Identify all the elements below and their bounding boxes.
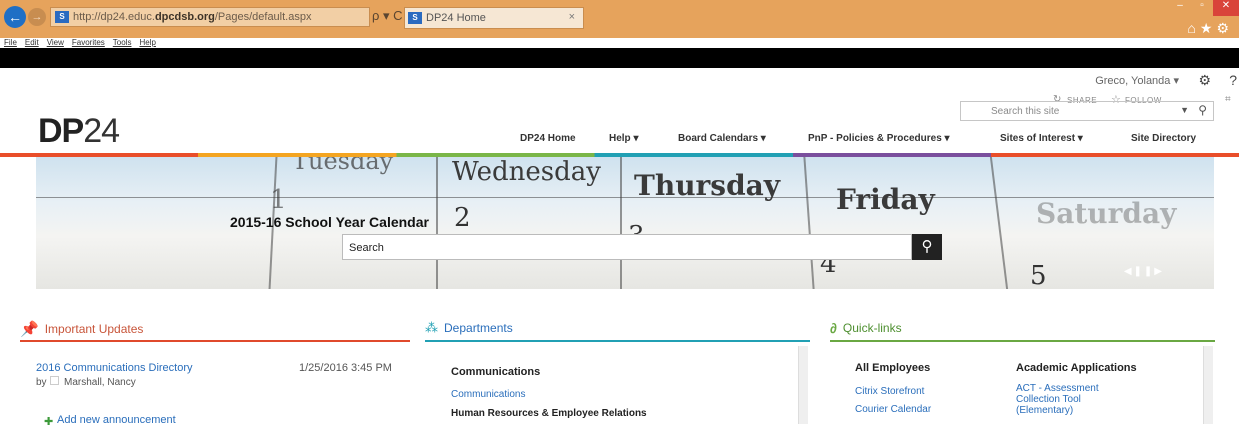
- pause-icon[interactable]: ❚❚: [1134, 266, 1155, 277]
- quicklink-item[interactable]: Courier Calendar: [855, 404, 931, 415]
- banner-search-button[interactable]: ⚲: [912, 234, 942, 260]
- calendar-gridline: [989, 157, 1009, 289]
- maximize-icon[interactable]: ▫: [1191, 0, 1213, 16]
- tab-title: DP24 Home: [426, 12, 486, 24]
- nav-board-calendars[interactable]: Board Calendars ▾: [678, 133, 766, 144]
- nav-dp24-home[interactable]: DP24 Home: [520, 133, 576, 144]
- browser-titlebar: ← → S http://dp24.educ. dpcdsb.org/Pages/…: [0, 0, 1239, 38]
- departments-title[interactable]: Departments: [444, 321, 513, 335]
- menu-edit[interactable]: Edit: [25, 38, 39, 48]
- search-scope-dropdown-icon[interactable]: ▼: [1180, 105, 1189, 115]
- banner-date-number: 5: [1030, 261, 1047, 289]
- pushpin-icon: 📌: [20, 321, 39, 338]
- updates-header: 📌 Important Updates: [20, 320, 143, 338]
- banner-date-number: 2: [454, 203, 471, 233]
- updates-divider: [20, 340, 410, 342]
- quicklinks-divider: [830, 340, 1215, 342]
- minimize-icon[interactable]: –: [1169, 0, 1191, 16]
- departments-header: ⁂ Departments: [425, 320, 513, 336]
- user-menu[interactable]: Greco, Yolanda ▾: [1095, 74, 1179, 87]
- site-favicon-icon: S: [55, 11, 69, 23]
- suite-bar: [0, 48, 1239, 68]
- tab-close-icon[interactable]: ×: [569, 11, 575, 23]
- quicklink-item[interactable]: Citrix Storefront: [855, 386, 924, 397]
- gear-icon[interactable]: ⚙: [1198, 72, 1211, 89]
- browser-menubar: File Edit View Favorites Tools Help: [0, 38, 1239, 48]
- tab-favicon-icon: S: [408, 12, 422, 24]
- announcement-link[interactable]: 2016 Communications Directory: [36, 362, 193, 374]
- url-path: /Pages/default.aspx: [214, 11, 312, 23]
- quicklinks-title[interactable]: Quick-links: [843, 321, 902, 335]
- settings-gear-icon[interactable]: ⚙: [1216, 20, 1233, 36]
- chain-link-icon: ∂: [830, 320, 837, 336]
- departments-scrollbar[interactable]: [798, 346, 808, 424]
- quicklinks-scrollbar[interactable]: [1203, 346, 1213, 424]
- menu-favorites[interactable]: Favorites: [72, 38, 105, 48]
- quicklink-item[interactable]: ACT - Assessment: [1016, 383, 1099, 394]
- departments-divider: [425, 340, 810, 342]
- window-controls: – ▫ ✕: [1169, 0, 1239, 16]
- help-icon[interactable]: ?: [1229, 72, 1237, 88]
- address-tools[interactable]: ρ ▾ C: [372, 8, 403, 24]
- by-label: by: [36, 377, 47, 388]
- menu-view[interactable]: View: [47, 38, 64, 48]
- menu-help[interactable]: Help: [139, 38, 155, 48]
- dept-heading: Human Resources & Employee Relations: [451, 408, 647, 419]
- back-arrow-icon[interactable]: ←: [4, 6, 26, 28]
- nav-sites-of-interest[interactable]: Sites of Interest ▾: [1000, 133, 1083, 144]
- quicklink-item[interactable]: (Elementary): [1016, 405, 1073, 416]
- nav-policies-procedures[interactable]: PnP - Policies & Procedures ▾: [808, 133, 950, 144]
- site-search-input[interactable]: Search this site ▼ ⚲: [960, 101, 1214, 121]
- menu-file[interactable]: File: [4, 38, 17, 48]
- banner-title[interactable]: 2015-16 School Year Calendar: [230, 214, 430, 230]
- banner-day: Thursday: [634, 169, 781, 202]
- url-prefix: http://dp24.educ.: [73, 11, 155, 23]
- logo-rest: 24: [83, 112, 120, 150]
- nav-site-directory[interactable]: Site Directory: [1131, 133, 1196, 144]
- close-window-icon[interactable]: ✕: [1213, 0, 1239, 16]
- prev-icon[interactable]: ◀: [1124, 266, 1134, 277]
- home-icon[interactable]: ⌂: [1187, 20, 1199, 36]
- next-icon[interactable]: ▶: [1154, 266, 1164, 277]
- search-icon[interactable]: ⚲: [1198, 103, 1207, 117]
- add-announcement-link[interactable]: Add new announcement: [57, 414, 176, 426]
- quicklinks-column-heading: All Employees: [855, 362, 931, 374]
- address-bar[interactable]: S http://dp24.educ. dpcdsb.org/Pages/defa…: [50, 7, 370, 27]
- site-logo[interactable]: DP24: [38, 112, 120, 151]
- banner-date-number: 1: [270, 185, 287, 215]
- focus-icon[interactable]: ⌗: [1225, 94, 1231, 105]
- calendar-gridline: [620, 157, 622, 289]
- search-placeholder: Search this site: [991, 106, 1060, 117]
- browser-tab[interactable]: S DP24 Home ×: [404, 7, 584, 29]
- user-bar: Greco, Yolanda ▾ ⚙ ?: [979, 70, 1239, 94]
- slideshow-controls[interactable]: ◀❚❚▶: [1124, 266, 1164, 277]
- calendar-gridline: [803, 157, 815, 289]
- banner-day: Wednesday: [452, 157, 601, 187]
- announcement-author[interactable]: Marshall, Nancy: [64, 377, 136, 388]
- quicklink-item[interactable]: Collection Tool: [1016, 394, 1081, 405]
- favorites-star-icon[interactable]: ★: [1200, 20, 1217, 36]
- browser-icons: ⌂★⚙: [1187, 20, 1233, 37]
- dept-link[interactable]: Communications: [451, 389, 525, 400]
- calendar-gridline: [436, 157, 438, 289]
- menu-tools[interactable]: Tools: [113, 38, 132, 48]
- search-icon: ⚲: [921, 238, 933, 255]
- quicklinks-header: ∂ Quick-links: [830, 320, 902, 336]
- banner-search-input[interactable]: Search: [342, 234, 912, 260]
- quicklinks-column-heading: Academic Applications: [1016, 362, 1137, 374]
- forward-arrow-icon[interactable]: →: [28, 8, 46, 26]
- calendar-banner[interactable]: Tuesday Wednesday Thursday Friday Saturd…: [36, 157, 1214, 289]
- announcement-date: 1/25/2016 3:45 PM: [299, 362, 392, 374]
- url-domain: dpcdsb.org: [154, 11, 215, 23]
- presence-icon: [50, 376, 59, 385]
- updates-title[interactable]: Important Updates: [45, 322, 144, 336]
- add-icon[interactable]: ✚: [44, 415, 53, 428]
- dept-heading: Communications: [451, 366, 541, 378]
- banner-day: Friday: [836, 183, 935, 216]
- banner-day: Tuesday: [292, 157, 394, 175]
- logo-bold: DP: [38, 112, 84, 150]
- nav-help[interactable]: Help ▾: [609, 133, 638, 144]
- banner-day: Saturday: [1036, 197, 1177, 230]
- people-group-icon: ⁂: [425, 320, 438, 335]
